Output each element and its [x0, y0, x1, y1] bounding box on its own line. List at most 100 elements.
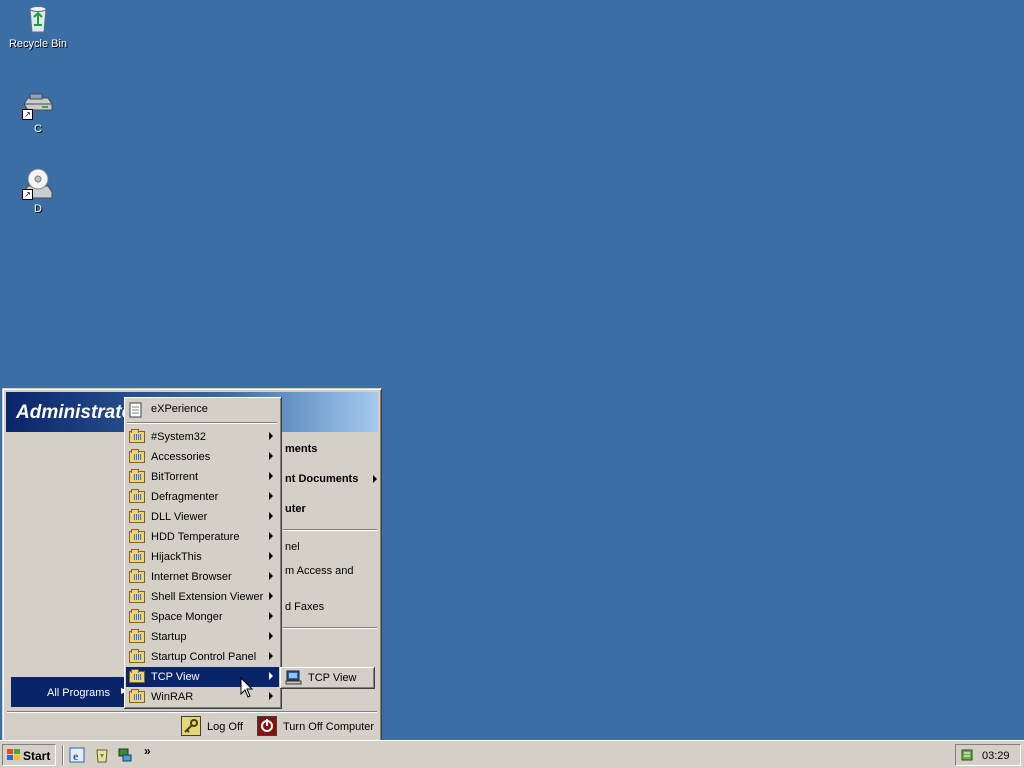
programs-menu: eXPerience #System32 Accessories BitTorr… — [124, 397, 282, 709]
cd-drive-shortcut-icon: ↗ — [22, 168, 54, 200]
folder-item-internet-browser[interactable]: Internet Browser — [126, 567, 279, 587]
quick-launch-overflow[interactable]: » — [144, 744, 151, 758]
key-icon — [181, 716, 201, 736]
menu-item-printers-faxes[interactable]: d Faxes — [285, 601, 324, 613]
program-item-label: DLL Viewer — [151, 511, 208, 523]
system-tray: 03:29 — [955, 744, 1021, 766]
program-folder-icon — [129, 609, 145, 623]
folder-item-hdd-temperature[interactable]: HDD Temperature — [126, 527, 279, 547]
submenu-arrow-icon — [269, 552, 273, 560]
network-computer-icon — [285, 670, 302, 686]
program-folder-icon — [129, 569, 145, 583]
submenu-arrow-icon — [269, 632, 273, 640]
turn-off-label: Turn Off Computer — [283, 721, 375, 733]
menu-item-label: uter — [285, 503, 306, 515]
menu-item-label: nel — [285, 541, 300, 553]
program-folder-icon — [129, 449, 145, 463]
all-programs-label: All Programs — [47, 687, 110, 699]
program-folder-icon — [129, 649, 145, 663]
svg-text:e: e — [73, 749, 79, 763]
folder-item-accessories[interactable]: Accessories — [126, 447, 279, 467]
submenu-arrow-icon — [269, 672, 273, 680]
menu-separator — [7, 711, 377, 713]
program-folder-icon — [129, 489, 145, 503]
document-icon — [129, 402, 145, 418]
folder-item-startup[interactable]: Startup — [126, 627, 279, 647]
turn-off-button[interactable]: Turn Off Computer — [257, 715, 377, 739]
menu-item-program-access[interactable]: m Access and — [285, 565, 353, 577]
recycle-icon[interactable] — [94, 747, 110, 763]
folder-item-bittorrent[interactable]: BitTorrent — [126, 467, 279, 487]
submenu-arrow-icon — [373, 475, 377, 483]
clock[interactable]: 03:29 — [982, 750, 1010, 762]
program-folder-icon — [129, 509, 145, 523]
program-item-label: Space Monger — [151, 611, 223, 623]
menu-separator — [127, 422, 277, 424]
program-item-label: Startup — [151, 631, 187, 643]
program-item-label: #System32 — [151, 431, 207, 443]
desktop-icon-recycle-bin[interactable]: Recycle Bin — [3, 3, 73, 50]
menu-item-recent-documents[interactable]: nt Documents — [285, 473, 377, 485]
submenu-arrow-icon — [269, 592, 273, 600]
folder-item-defragmenter[interactable]: Defragmenter — [126, 487, 279, 507]
program-item-label: Shell Extension Viewer — [151, 591, 264, 603]
program-folder-icon — [129, 429, 145, 443]
folder-item-startup-control-panel[interactable]: Startup Control Panel — [126, 647, 279, 667]
desktop-icon-d[interactable]: ↗ D — [3, 168, 73, 215]
folder-item-system32[interactable]: #System32 — [126, 427, 279, 447]
ie-icon[interactable]: e — [69, 747, 85, 763]
menu-item-label: m Access and — [285, 565, 354, 577]
folder-item-hijackthis[interactable]: HijackThis — [126, 547, 279, 567]
power-icon — [257, 716, 277, 736]
submenu-arrow-icon — [269, 432, 273, 440]
submenu-arrow-icon — [269, 532, 273, 540]
submenu-item-label: TCP View — [308, 672, 357, 684]
folder-item-space-monger[interactable]: Space Monger — [126, 607, 279, 627]
submenu-arrow-icon — [269, 612, 273, 620]
submenu-arrow-icon — [269, 512, 273, 520]
program-item-label: Defragmenter — [151, 491, 219, 503]
submenu-item-tcp-view[interactable]: TCP View — [282, 668, 372, 687]
submenu-arrow-icon — [269, 572, 273, 580]
desktop-icon-label: C — [34, 123, 42, 135]
menu-item-label: d Faxes — [285, 601, 325, 613]
submenu-arrow-icon — [269, 452, 273, 460]
desktop-icon-label: Recycle Bin — [8, 38, 68, 50]
program-item-label: Accessories — [151, 451, 211, 463]
hard-drive-shortcut-icon: ↗ — [22, 88, 54, 120]
mouse-cursor-icon — [240, 676, 254, 699]
start-button[interactable]: Start — [2, 744, 56, 766]
taskbar: Start e » 03:29 — [0, 740, 1024, 768]
program-folder-icon — [129, 669, 145, 683]
recycle-bin-icon — [22, 3, 54, 35]
program-item-label: HDD Temperature — [151, 531, 240, 543]
folder-item-dll-viewer[interactable]: DLL Viewer — [126, 507, 279, 527]
program-item-label: eXPerience — [151, 403, 208, 415]
folder-item-shell-extension-viewer[interactable]: Shell Extension Viewer — [126, 587, 279, 607]
menu-item-control-panel[interactable]: nel — [285, 541, 300, 553]
network-icon[interactable] — [117, 747, 133, 763]
overflow-chevron-icon: » — [144, 744, 151, 758]
program-folder-icon — [129, 589, 145, 603]
log-off-button[interactable]: Log Off — [181, 715, 251, 739]
menu-item-my-computer[interactable]: uter — [285, 503, 306, 515]
user-name: Administrator — [16, 402, 141, 423]
start-label: Start — [23, 749, 51, 763]
menu-item-label: ments — [285, 443, 318, 455]
all-programs-button[interactable]: All Programs ▶ — [11, 677, 129, 707]
program-item[interactable]: eXPerience — [126, 399, 279, 419]
tray-app-icon[interactable] — [960, 747, 976, 763]
program-item-label: Internet Browser — [151, 571, 232, 583]
program-item-label: HijackThis — [151, 551, 202, 563]
menu-separator — [283, 529, 377, 531]
folder-item-tcp-view[interactable]: TCP View — [126, 667, 279, 687]
program-folder-icon — [129, 529, 145, 543]
windows-logo-icon — [7, 749, 20, 761]
folder-item-winrar[interactable]: WinRAR — [126, 687, 279, 707]
menu-item-my-documents[interactable]: ments — [285, 443, 317, 455]
desktop-icon-label: D — [34, 203, 42, 215]
program-item-label: Startup Control Panel — [151, 651, 257, 663]
menu-separator — [283, 627, 377, 629]
program-item-label: TCP View — [151, 671, 200, 683]
desktop-icon-c[interactable]: ↗ C — [3, 88, 73, 135]
